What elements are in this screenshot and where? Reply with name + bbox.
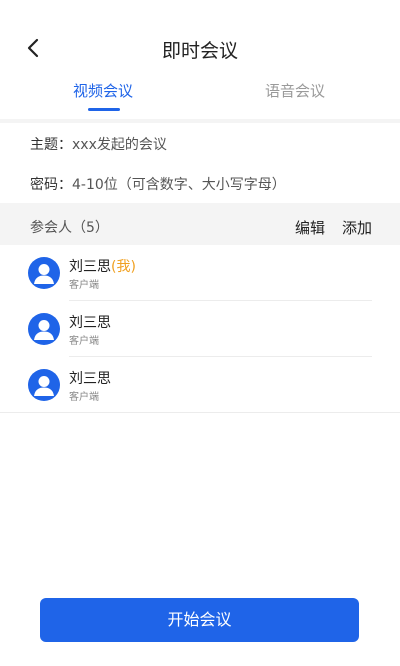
user-icon bbox=[34, 376, 54, 396]
start-meeting-button[interactable]: 开始会议 bbox=[40, 598, 359, 642]
participant-name: 刘三思(我) bbox=[69, 259, 136, 275]
participants-count: 参会人（5） bbox=[30, 220, 109, 236]
divider bbox=[0, 412, 400, 413]
meeting-type-tabs: 视频会议 语音会议 bbox=[0, 80, 400, 116]
me-tag: (我) bbox=[111, 259, 136, 275]
avatar bbox=[28, 369, 60, 401]
password-row[interactable]: 密码：4-10位（可含数字、大小写字母） bbox=[30, 174, 380, 194]
list-item[interactable]: 刘三思(我) 客户端 bbox=[0, 245, 400, 301]
add-button[interactable]: 添加 bbox=[342, 217, 372, 238]
participant-client-type: 客户端 bbox=[69, 336, 99, 347]
topic-row: 主题：xxx发起的会议 bbox=[30, 134, 380, 154]
active-tab-indicator bbox=[88, 108, 120, 111]
list-item[interactable]: 刘三思 客户端 bbox=[0, 357, 400, 413]
participant-client-type: 客户端 bbox=[69, 392, 99, 403]
user-icon bbox=[34, 264, 54, 284]
tab-voice-meeting[interactable]: 语音会议 bbox=[195, 80, 395, 101]
password-label: 密码： bbox=[30, 177, 72, 193]
topic-label: 主题： bbox=[30, 137, 72, 153]
password-field[interactable]: 4-10位（可含数字、大小写字母） bbox=[72, 177, 286, 193]
avatar bbox=[28, 257, 60, 289]
edit-button[interactable]: 编辑 bbox=[295, 217, 325, 238]
list-item[interactable]: 刘三思 客户端 bbox=[0, 301, 400, 357]
participant-name: 刘三思 bbox=[69, 315, 111, 331]
page-title: 即时会议 bbox=[161, 40, 238, 62]
participant-client-type: 客户端 bbox=[69, 280, 99, 291]
topic-value: xxx发起的会议 bbox=[72, 137, 167, 153]
participant-list: 刘三思(我) 客户端 刘三思 客户端 刘三思 客户端 bbox=[0, 245, 400, 413]
participants-header: 参会人（5） 编辑 添加 bbox=[0, 203, 400, 245]
participant-name: 刘三思 bbox=[69, 371, 111, 387]
user-icon bbox=[34, 320, 54, 340]
tab-video-meeting[interactable]: 视频会议 bbox=[3, 80, 203, 101]
avatar bbox=[28, 313, 60, 345]
section-divider bbox=[0, 119, 400, 123]
